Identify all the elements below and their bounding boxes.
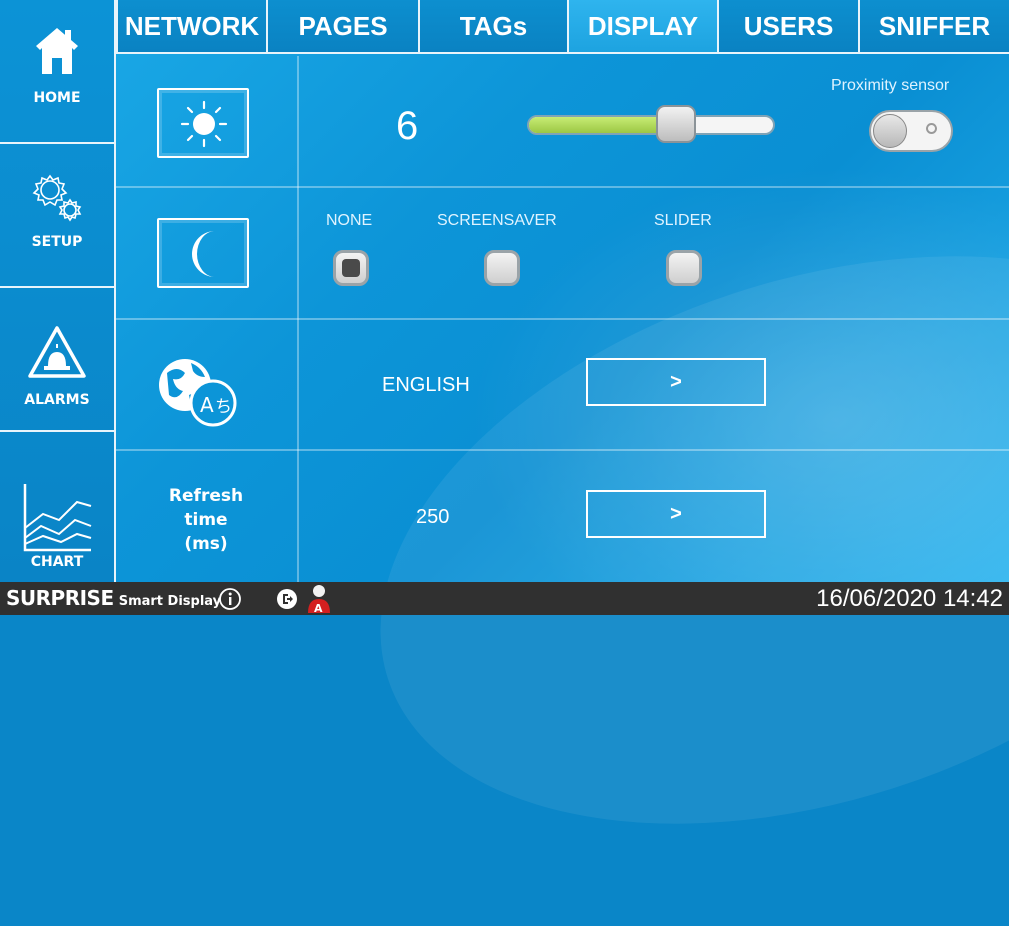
- admin-user-icon[interactable]: A: [306, 584, 332, 619]
- sidebar-item-alarms[interactable]: ALARMS: [0, 288, 114, 432]
- option-label-slider: SLIDER: [654, 212, 712, 229]
- info-icon[interactable]: [218, 587, 242, 616]
- tab-pages[interactable]: PAGES: [266, 0, 418, 54]
- brightness-slider-track[interactable]: [527, 115, 775, 135]
- home-icon: [0, 24, 114, 81]
- refresh-label-line1: Refresh: [168, 486, 244, 506]
- sidebar-item-home[interactable]: HOME: [0, 0, 114, 144]
- brightness-slider-thumb[interactable]: [655, 105, 696, 143]
- sidebar: HOME SETUP ALARMS CHART: [0, 0, 116, 582]
- tab-sniffer[interactable]: SNIFFER: [858, 0, 1009, 54]
- radio-slider[interactable]: [666, 250, 702, 286]
- tab-network[interactable]: NETWORK: [116, 0, 266, 54]
- screensaver-icon-box: [157, 218, 249, 288]
- gears-icon: [0, 172, 114, 231]
- logout-icon[interactable]: [276, 588, 298, 615]
- status-datetime: 16/06/2020 14:42: [816, 585, 1003, 612]
- brightness-value: 6: [396, 104, 419, 148]
- proximity-sensor-label: Proximity sensor: [831, 77, 950, 94]
- brightness-icon-box: [157, 88, 249, 158]
- radio-none[interactable]: [333, 250, 369, 286]
- moon-icon: [185, 229, 225, 284]
- tab-display[interactable]: DISPLAY: [567, 0, 717, 54]
- proximity-sensor-toggle[interactable]: [869, 110, 953, 152]
- language-value: ENGLISH: [382, 374, 470, 396]
- brand-logo: SURPRISE Smart Display: [6, 586, 221, 610]
- refresh-label-line2: time: [184, 510, 228, 530]
- alarm-icon: [0, 324, 114, 385]
- brightness-icon: [180, 100, 228, 153]
- tab-bar: NETWORK PAGES TAGs DISPLAY USERS SNIFFER: [116, 0, 1009, 54]
- refresh-label-line3: (ms): [184, 534, 228, 554]
- svg-text:A: A: [200, 393, 214, 417]
- sidebar-item-label: ALARMS: [24, 392, 90, 408]
- row-divider: [116, 318, 1009, 320]
- refresh-time-edit-button[interactable]: >: [586, 490, 766, 538]
- brand-subtitle: Smart Display: [118, 594, 222, 609]
- tab-users[interactable]: USERS: [717, 0, 858, 54]
- language-icon: A ち: [155, 355, 259, 434]
- svg-text:ち: ち: [215, 397, 232, 417]
- tab-tags[interactable]: TAGs: [418, 0, 567, 54]
- status-bar: SURPRISE Smart Display A 16/06/2020 14:4…: [0, 582, 1009, 615]
- sidebar-item-label: SETUP: [31, 234, 83, 250]
- refresh-time-value: 250: [416, 506, 450, 528]
- option-label-none: NONE: [326, 212, 373, 229]
- refresh-time-label: Refresh time (ms): [116, 484, 296, 556]
- radio-screensaver[interactable]: [484, 250, 520, 286]
- sidebar-item-label: HOME: [33, 90, 81, 106]
- option-label-screensaver: SCREENSAVER: [437, 212, 557, 229]
- brand-name: SURPRISE: [6, 586, 114, 610]
- user-badge: A: [314, 602, 323, 614]
- chart-icon: [0, 480, 114, 559]
- row-divider: [116, 449, 1009, 451]
- toggle-knob: [873, 114, 907, 148]
- sidebar-item-setup[interactable]: SETUP: [0, 144, 114, 288]
- toggle-off-indicator: [926, 123, 937, 134]
- row-divider: [116, 186, 1009, 188]
- sidebar-item-label: CHART: [30, 554, 84, 570]
- language-select-button[interactable]: >: [586, 358, 766, 406]
- sidebar-item-chart[interactable]: CHART: [0, 432, 114, 582]
